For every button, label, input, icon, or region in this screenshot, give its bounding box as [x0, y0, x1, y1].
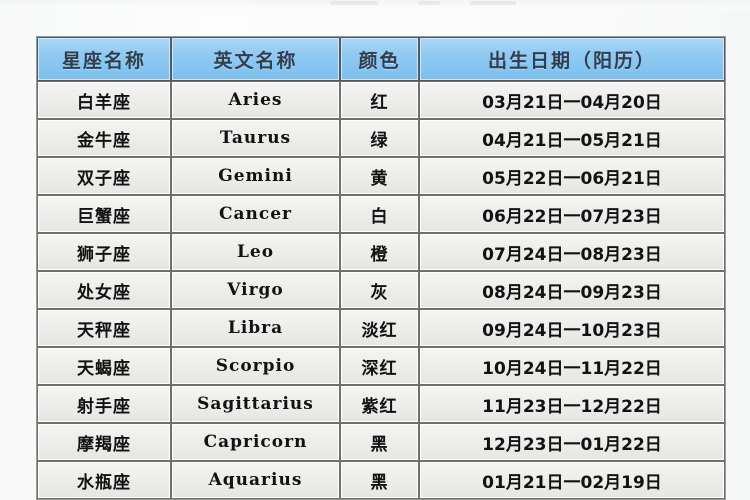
cell-birth-date: 04月21日一05月21日: [420, 120, 724, 156]
cell-birth-date: 01月21日一02月19日: [420, 462, 724, 498]
cropped-text-remnant: [0, 0, 750, 9]
cell-color: 黄: [341, 158, 418, 194]
cell-color: 黑: [341, 424, 418, 460]
table-row: 摩羯座 Capricorn 黑 12月23日一01月22日: [38, 424, 724, 460]
table-row: 狮子座 Leo 橙 07月24日一08月23日: [38, 234, 724, 270]
cell-chinese-name: 天蝎座: [38, 348, 170, 384]
column-header-english-name: 英文名称: [172, 38, 339, 80]
zodiac-reference-page: 星座名称 英文名称 颜色 出生日期（阳历） 白羊座 Aries 红 03月21日一04…: [0, 0, 750, 500]
cell-chinese-name: 射手座: [38, 386, 170, 422]
cell-birth-date: 07月24日一08月23日: [420, 234, 724, 270]
cell-chinese-name: 巨蟹座: [38, 196, 170, 232]
cell-birth-date: 12月23日一01月22日: [420, 424, 724, 460]
table-row: 白羊座 Aries 红 03月21日一04月20日: [38, 82, 724, 118]
cell-chinese-name: 摩羯座: [38, 424, 170, 460]
column-header-color: 颜色: [341, 38, 418, 80]
table-header: 星座名称 英文名称 颜色 出生日期（阳历）: [38, 38, 724, 80]
cell-color: 绿: [341, 120, 418, 156]
cell-english-name: Gemini: [172, 158, 339, 194]
table-row: 双子座 Gemini 黄 05月22日一06月21日: [38, 158, 724, 194]
cell-birth-date: 03月21日一04月20日: [420, 82, 724, 118]
zodiac-table: 星座名称 英文名称 颜色 出生日期（阳历） 白羊座 Aries 红 03月21日一04…: [36, 36, 726, 500]
cell-chinese-name: 狮子座: [38, 234, 170, 270]
cell-english-name: Cancer: [172, 196, 339, 232]
table-row: 天秤座 Libra 淡红 09月24日一10月23日: [38, 310, 724, 346]
cell-english-name: Scorpio: [172, 348, 339, 384]
column-header-birth-date: 出生日期（阳历）: [420, 38, 724, 80]
table-row: 水瓶座 Aquarius 黑 01月21日一02月19日: [38, 462, 724, 498]
header-row: 星座名称 英文名称 颜色 出生日期（阳历）: [38, 38, 724, 80]
cell-color: 橙: [341, 234, 418, 270]
cell-birth-date: 06月22日一07月23日: [420, 196, 724, 232]
cell-chinese-name: 水瓶座: [38, 462, 170, 498]
cell-english-name: Sagittarius: [172, 386, 339, 422]
table-row: 天蝎座 Scorpio 深红 10月24日一11月22日: [38, 348, 724, 384]
cell-chinese-name: 处女座: [38, 272, 170, 308]
cell-color: 紫红: [341, 386, 418, 422]
cell-birth-date: 10月24日一11月22日: [420, 348, 724, 384]
table-row: 金牛座 Taurus 绿 04月21日一05月21日: [38, 120, 724, 156]
table-body: 白羊座 Aries 红 03月21日一04月20日 金牛座 Taurus 绿 04月21日一0…: [38, 82, 724, 498]
column-header-chinese-name: 星座名称: [38, 38, 170, 80]
cell-chinese-name: 双子座: [38, 158, 170, 194]
cell-chinese-name: 金牛座: [38, 120, 170, 156]
cell-color: 黑: [341, 462, 418, 498]
cell-english-name: Libra: [172, 310, 339, 346]
cell-birth-date: 08月24日一09月23日: [420, 272, 724, 308]
cell-birth-date: 11月23日一12月22日: [420, 386, 724, 422]
table-row: 射手座 Sagittarius 紫红 11月23日一12月22日: [38, 386, 724, 422]
cell-english-name: Leo: [172, 234, 339, 270]
table-row: 巨蟹座 Cancer 白 06月22日一07月23日: [38, 196, 724, 232]
cell-english-name: Aries: [172, 82, 339, 118]
cell-color: 淡红: [341, 310, 418, 346]
cell-color: 深红: [341, 348, 418, 384]
cell-color: 红: [341, 82, 418, 118]
cell-chinese-name: 白羊座: [38, 82, 170, 118]
cell-english-name: Capricorn: [172, 424, 339, 460]
cell-chinese-name: 天秤座: [38, 310, 170, 346]
cell-birth-date: 05月22日一06月21日: [420, 158, 724, 194]
cell-birth-date: 09月24日一10月23日: [420, 310, 724, 346]
cell-color: 灰: [341, 272, 418, 308]
cell-english-name: Taurus: [172, 120, 339, 156]
table-row: 处女座 Virgo 灰 08月24日一09月23日: [38, 272, 724, 308]
cell-color: 白: [341, 196, 418, 232]
cell-english-name: Virgo: [172, 272, 339, 308]
cell-english-name: Aquarius: [172, 462, 339, 498]
zodiac-table-container: 星座名称 英文名称 颜色 出生日期（阳历） 白羊座 Aries 红 03月21日一04…: [36, 36, 726, 500]
